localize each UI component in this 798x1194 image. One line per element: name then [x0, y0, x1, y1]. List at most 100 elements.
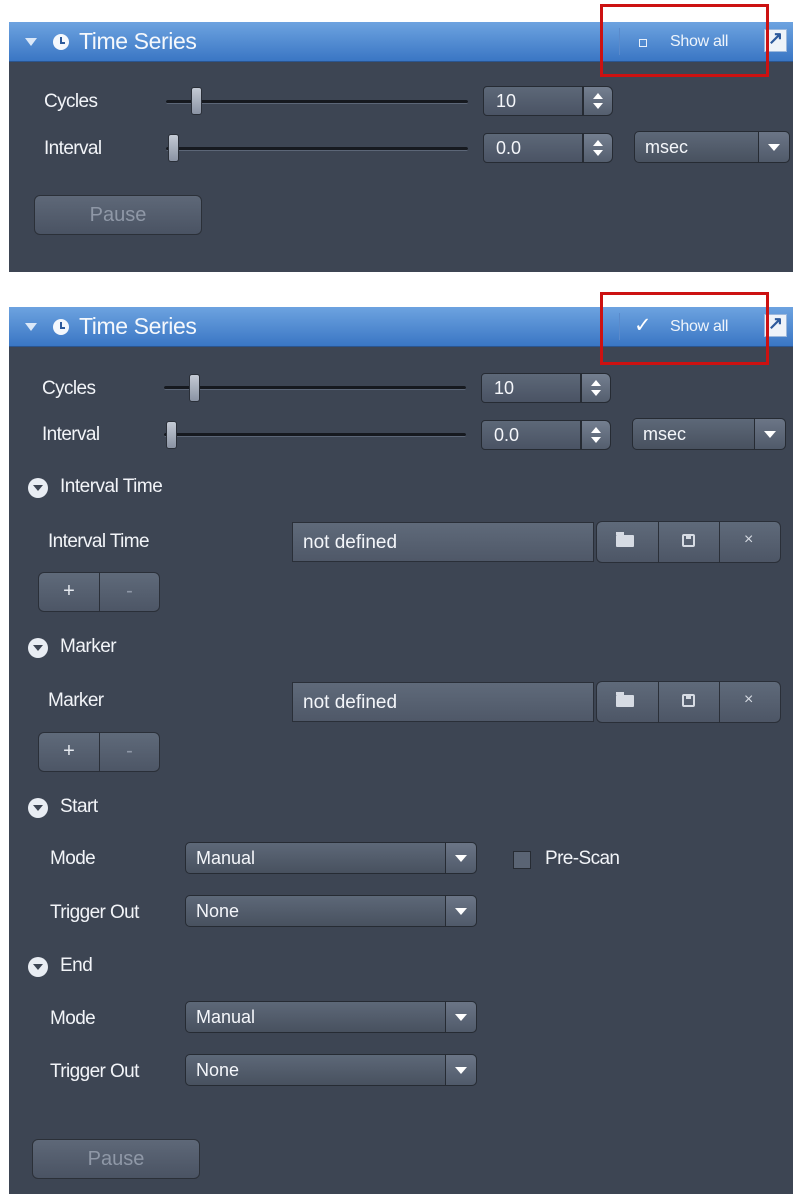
interval-value: 0.0 — [494, 425, 520, 445]
spin-down-icon[interactable] — [591, 390, 601, 396]
save-button[interactable] — [658, 682, 720, 722]
caret-down-icon[interactable] — [25, 38, 37, 46]
save-icon — [682, 694, 695, 707]
start-mode-select[interactable]: Manual — [185, 842, 477, 874]
panel-title: Time Series — [79, 313, 197, 339]
chevron-down-icon[interactable] — [445, 1002, 476, 1032]
pause-button[interactable]: Pause — [34, 195, 202, 235]
spin-down-icon[interactable] — [591, 437, 601, 443]
cycles-slider[interactable] — [164, 386, 466, 390]
collapse-circle-icon[interactable] — [28, 957, 48, 977]
save-button[interactable] — [658, 522, 720, 562]
interval-unit-select[interactable]: msec — [634, 131, 790, 163]
spin-down-icon[interactable] — [593, 150, 603, 156]
interval-slider-handle[interactable] — [166, 421, 177, 449]
remove-button[interactable]: - — [100, 733, 159, 771]
start-trigger-value: None — [196, 901, 240, 921]
chevron-down-icon[interactable] — [445, 1055, 476, 1085]
interval-slider-handle[interactable] — [168, 134, 179, 162]
interval-time-label: Interval Time — [48, 531, 150, 552]
chevron-down-icon[interactable] — [445, 843, 476, 873]
chevron-down-icon[interactable] — [445, 896, 476, 926]
delete-button[interactable]: × — [719, 522, 781, 562]
start-trigger-select[interactable]: None — [185, 895, 477, 927]
interval-time-file-buttons: × — [596, 521, 781, 563]
panel-header[interactable]: Time Series ✓ Show all — [9, 307, 793, 347]
time-series-panel-expanded: Time Series ✓ Show all Cycles 10 Interva… — [9, 307, 793, 1194]
marker-file-field[interactable]: not defined — [292, 682, 594, 722]
collapse-circle-icon[interactable] — [28, 478, 48, 498]
pause-button[interactable]: Pause — [32, 1139, 200, 1179]
end-mode-value: Manual — [196, 1007, 256, 1027]
cycles-label: Cycles — [42, 378, 96, 399]
section-title: End — [60, 955, 93, 976]
delete-button[interactable]: × — [719, 682, 781, 722]
checkmark-icon: ✓ — [634, 314, 652, 337]
end-mode-select[interactable]: Manual — [185, 1001, 477, 1033]
marker-label: Marker — [48, 690, 104, 711]
cycles-input[interactable]: 10 — [481, 373, 581, 403]
interval-slider[interactable] — [166, 147, 468, 151]
close-icon: × — [744, 691, 754, 708]
cycles-value: 10 — [494, 378, 515, 398]
end-trigger-value: None — [196, 1060, 240, 1080]
start-mode-label: Mode — [50, 848, 96, 869]
marker-file-buttons: × — [596, 681, 781, 723]
interval-value: 0.0 — [496, 138, 522, 158]
collapse-circle-icon[interactable] — [28, 798, 48, 818]
remove-button[interactable]: - — [100, 573, 159, 611]
open-button[interactable] — [597, 522, 658, 562]
end-mode-label: Mode — [50, 1008, 96, 1029]
cycles-slider[interactable] — [166, 100, 468, 104]
start-trigger-label: Trigger Out — [50, 902, 139, 923]
interval-input[interactable]: 0.0 — [481, 420, 581, 450]
show-all-label: Show all — [670, 33, 729, 50]
folder-open-icon — [616, 692, 634, 707]
spin-up-icon[interactable] — [593, 93, 603, 99]
interval-spinner[interactable] — [583, 133, 613, 163]
folder-open-icon — [616, 532, 634, 547]
marker-add-remove: + - — [38, 732, 160, 772]
collapse-circle-icon[interactable] — [28, 638, 48, 658]
unchecked-box-icon — [639, 39, 647, 47]
spin-up-icon[interactable] — [593, 140, 603, 146]
section-title: Interval Time — [60, 476, 163, 497]
add-button[interactable]: + — [39, 573, 100, 611]
cycles-label: Cycles — [44, 91, 98, 112]
interval-spinner[interactable] — [581, 420, 611, 450]
show-all-toggle[interactable]: Show all — [619, 28, 755, 55]
show-all-label: Show all — [670, 318, 729, 335]
save-icon — [682, 534, 695, 547]
close-icon: × — [744, 531, 754, 548]
interval-input[interactable]: 0.0 — [483, 133, 583, 163]
interval-unit-value: msec — [643, 424, 687, 444]
show-all-toggle[interactable]: ✓ Show all — [619, 313, 755, 340]
spin-up-icon[interactable] — [591, 380, 601, 386]
end-trigger-select[interactable]: None — [185, 1054, 477, 1086]
caret-down-icon[interactable] — [25, 323, 37, 331]
cycles-slider-handle[interactable] — [189, 374, 200, 402]
spin-down-icon[interactable] — [593, 103, 603, 109]
cycles-slider-handle[interactable] — [191, 87, 202, 115]
prescan-checkbox[interactable] — [513, 851, 531, 869]
marker-value: not defined — [303, 692, 398, 713]
spin-up-icon[interactable] — [591, 427, 601, 433]
interval-slider[interactable] — [164, 433, 466, 437]
end-trigger-label: Trigger Out — [50, 1061, 139, 1082]
interval-unit-select[interactable]: msec — [632, 418, 786, 450]
interval-label: Interval — [44, 138, 102, 159]
chevron-down-icon[interactable] — [758, 132, 789, 162]
panel-header[interactable]: Time Series Show all — [9, 22, 793, 62]
open-button[interactable] — [597, 682, 658, 722]
chevron-down-icon[interactable] — [754, 419, 785, 449]
external-link-icon[interactable] — [764, 313, 787, 337]
interval-time-file-field[interactable]: not defined — [292, 522, 594, 562]
interval-time-add-remove: + - — [38, 572, 160, 612]
add-button[interactable]: + — [39, 733, 100, 771]
external-link-icon[interactable] — [764, 28, 787, 52]
section-title: Start — [60, 796, 98, 817]
cycles-spinner[interactable] — [581, 373, 611, 403]
cycles-spinner[interactable] — [583, 86, 613, 116]
cycles-input[interactable]: 10 — [483, 86, 583, 116]
interval-time-value: not defined — [303, 532, 398, 553]
